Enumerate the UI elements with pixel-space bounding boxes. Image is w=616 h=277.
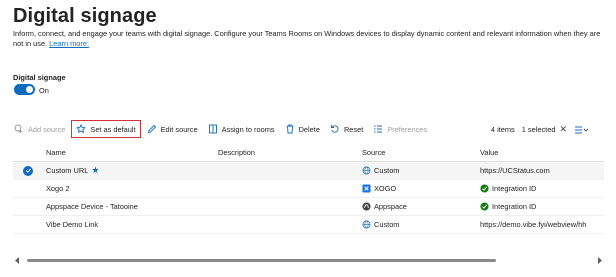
edit-source-button[interactable]: Edit source bbox=[147, 120, 198, 138]
row-source: Appspace bbox=[362, 202, 407, 211]
column-header-source[interactable]: Source bbox=[362, 148, 385, 157]
table-row[interactable]: Xogo 2 XOGO Integration ID bbox=[13, 180, 604, 198]
default-star-icon: ★ bbox=[91, 165, 100, 175]
row-source-text: Custom bbox=[374, 220, 400, 229]
row-value-text: Integration ID bbox=[492, 184, 537, 193]
preferences-icon bbox=[374, 125, 383, 133]
checkmark-icon bbox=[23, 165, 33, 176]
clear-selection-icon[interactable]: ✕ bbox=[559, 124, 567, 135]
row-source-text: Custom bbox=[374, 166, 400, 175]
set-as-default-button[interactable]: Set as default bbox=[71, 120, 141, 138]
digital-signage-toggle[interactable] bbox=[14, 84, 35, 95]
row-checkbox[interactable] bbox=[23, 165, 35, 176]
toggle-state: On bbox=[39, 86, 49, 95]
table-row[interactable]: Vibe Demo Link Custom https://demo.vibe.… bbox=[13, 216, 604, 234]
reset-icon bbox=[331, 125, 339, 133]
row-name: Vibe Demo Link bbox=[46, 220, 99, 229]
edit-source-label: Edit source bbox=[160, 124, 198, 134]
table-row[interactable]: Appspace Device - Tatooine Appspace Inte… bbox=[13, 198, 604, 216]
signage-table: Name Description Source Value Custom URL… bbox=[13, 144, 604, 234]
delete-button[interactable]: Delete bbox=[285, 120, 320, 138]
items-count: 4 items bbox=[490, 125, 515, 134]
page-title: Digital signage bbox=[13, 5, 157, 27]
add-source-label: Add source bbox=[28, 124, 66, 134]
horizontal-scrollbar[interactable] bbox=[13, 256, 604, 265]
table-header: Name Description Source Value bbox=[13, 144, 604, 162]
assign-to-rooms-label: Assign to rooms bbox=[221, 124, 275, 134]
column-header-description[interactable]: Description bbox=[218, 148, 255, 157]
row-name: Custom URL ★ bbox=[46, 165, 99, 176]
set-as-default-label: Set as default bbox=[90, 124, 136, 134]
delete-label: Delete bbox=[298, 124, 320, 134]
row-source: XOGO bbox=[362, 184, 396, 193]
table-row[interactable]: Custom URL ★ Custom https://UCStatus.com bbox=[13, 162, 604, 180]
check-circle-icon bbox=[480, 184, 489, 193]
preferences-label: Preferences bbox=[387, 124, 428, 134]
star-outline-icon bbox=[76, 124, 86, 133]
reset-button[interactable]: Reset bbox=[330, 120, 363, 138]
assign-rooms-icon bbox=[208, 124, 217, 134]
selection-summary: 4 items 1 selected ✕ bbox=[484, 124, 588, 135]
row-value: Integration ID bbox=[480, 184, 604, 193]
column-header-name[interactable]: Name bbox=[46, 148, 66, 157]
view-options-icon[interactable] bbox=[574, 125, 588, 135]
check-circle-icon bbox=[480, 202, 489, 211]
edit-icon bbox=[147, 124, 156, 134]
row-value: https://UCStatus.com bbox=[480, 166, 550, 175]
row-source: Custom bbox=[362, 220, 399, 229]
row-source-text: Appspace bbox=[374, 202, 407, 211]
scroll-right-icon[interactable] bbox=[596, 256, 604, 265]
globe-icon bbox=[362, 166, 371, 175]
row-name-text: Custom URL bbox=[46, 166, 89, 175]
description-text: Inform, connect, and engage your teams w… bbox=[13, 29, 601, 48]
toggle-knob bbox=[26, 86, 33, 93]
add-source-button[interactable]: Add source bbox=[14, 120, 65, 138]
add-source-icon bbox=[14, 124, 22, 133]
row-source-text: XOGO bbox=[374, 184, 397, 193]
xogo-icon bbox=[362, 184, 371, 193]
row-value: https://demo.vibe.fyi/webview/hh bbox=[480, 220, 587, 229]
scrollbar-thumb[interactable] bbox=[27, 259, 496, 262]
row-name: Xogo 2 bbox=[46, 184, 70, 193]
row-name: Appspace Device - Tatooine bbox=[46, 202, 138, 211]
learn-more-link[interactable]: Learn more. bbox=[49, 39, 89, 48]
row-value: Integration ID bbox=[480, 202, 604, 211]
row-value-text: Integration ID bbox=[492, 202, 537, 211]
trash-icon bbox=[286, 124, 294, 134]
page-description: Inform, connect, and engage your teams w… bbox=[13, 29, 603, 49]
preferences-button[interactable]: Preferences bbox=[373, 120, 427, 138]
row-source: Custom bbox=[362, 166, 399, 175]
assign-to-rooms-button[interactable]: Assign to rooms bbox=[208, 120, 275, 138]
toolbar: Add source Set as default Edit source As… bbox=[14, 120, 437, 138]
scroll-left-icon[interactable] bbox=[13, 256, 21, 265]
appspace-icon bbox=[362, 202, 371, 211]
reset-label: Reset bbox=[343, 124, 364, 134]
globe-icon bbox=[362, 220, 371, 229]
selected-count: 1 selected bbox=[521, 125, 556, 134]
column-header-value[interactable]: Value bbox=[480, 148, 604, 157]
toggle-label: Digital signage bbox=[13, 73, 66, 82]
